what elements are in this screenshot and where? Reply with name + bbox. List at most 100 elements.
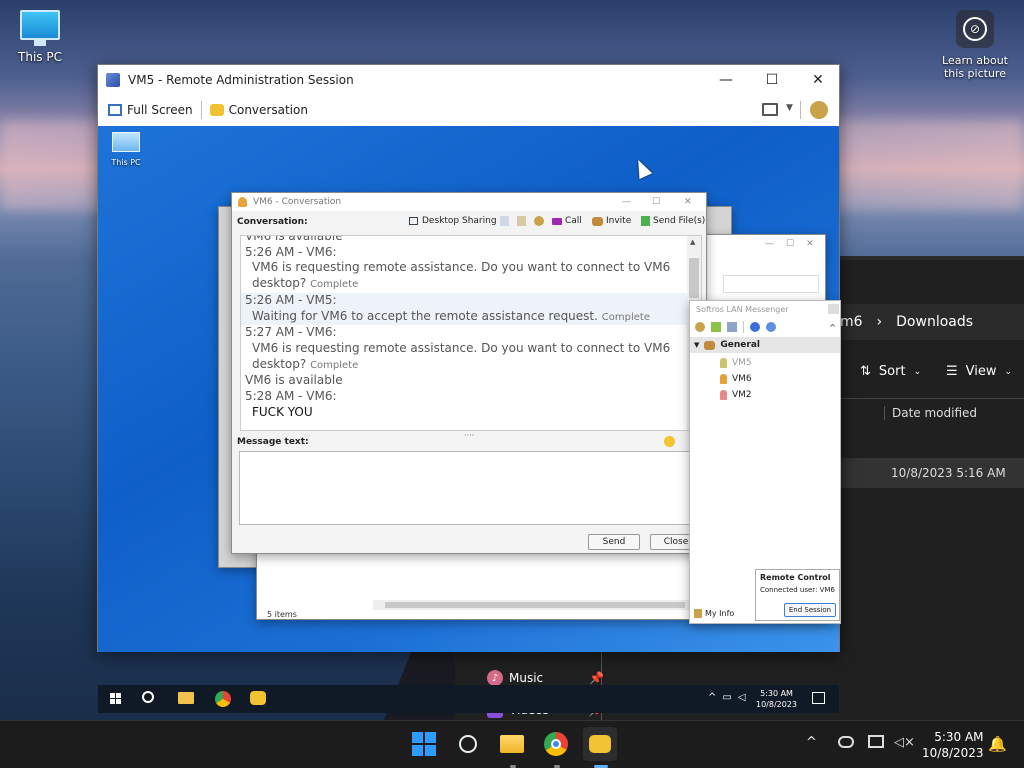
contact-label: VM5 [732, 358, 752, 368]
desktop-icon-this-pc[interactable]: This PC [14, 10, 66, 64]
search-icon [459, 735, 477, 753]
contact-label: VM2 [732, 390, 752, 400]
chat-history[interactable]: VM6 is available 5:26 AM - VM6: VM6 is re… [240, 235, 702, 431]
inner-clock[interactable]: 5:30 AM 10/8/2023 [756, 688, 797, 710]
chevron-up-icon: ^ [708, 692, 717, 703]
info-card-icon [694, 609, 702, 618]
file-explorer-icon[interactable] [178, 692, 194, 704]
volume-mute-icon[interactable]: ◁× [894, 735, 915, 750]
minimize-button[interactable]: — [622, 197, 631, 207]
group-general[interactable]: ▼ General [690, 337, 840, 353]
app-icon [106, 73, 120, 87]
taskbar: ^ ◁× 5:30 AM 10/8/2023 🔔 [0, 720, 1024, 768]
notification-bell-icon[interactable]: 🔔 [988, 735, 1007, 753]
messenger-icon[interactable] [250, 691, 266, 705]
file-explorer-button[interactable] [495, 727, 529, 761]
lan-title-bar[interactable]: Softros LAN Messenger [690, 301, 840, 317]
file-icon[interactable] [727, 322, 737, 332]
message-input[interactable] [239, 451, 695, 525]
sort-button[interactable]: ⇅ Sort ⌄ [860, 364, 921, 379]
breadcrumb-prev[interactable]: m6 [840, 314, 863, 330]
help-icon[interactable] [750, 322, 760, 332]
close-button[interactable]: ✕ [795, 65, 841, 95]
system-tray[interactable]: ^ ▭ ◁ [708, 692, 746, 703]
conversation-title-bar[interactable]: VM6 - Conversation — ☐ ✕ [232, 193, 706, 211]
contact-vm2[interactable]: VM2 [720, 387, 840, 403]
view-button[interactable]: ☰ View ⌄ [946, 364, 1012, 379]
start-button[interactable] [407, 727, 441, 761]
info-icon[interactable] [766, 322, 776, 332]
title-bar[interactable]: VM5 - Remote Administration Session — ☐ … [98, 65, 839, 95]
search-icon[interactable] [142, 691, 154, 703]
remote-control-title: Remote Control [760, 573, 831, 582]
inner-search-box[interactable] [723, 275, 819, 293]
file-row[interactable]: 10/8/2023 5:16 AM [840, 458, 1024, 488]
gear-icon[interactable] [695, 322, 705, 332]
remote-desktop-view[interactable]: This PC — ☐ ✕ 5 items VM6 - Conversation —… [98, 126, 841, 713]
chevron-up-icon[interactable]: ^ [829, 323, 836, 332]
video-icon [552, 217, 562, 225]
windows-logo-icon [412, 732, 436, 756]
onedrive-icon[interactable] [838, 736, 854, 748]
window-title: VM5 - Remote Administration Session [128, 73, 354, 87]
desktop-sharing-button[interactable]: Desktop Sharing▼ [409, 216, 506, 226]
emoji-icon[interactable] [664, 436, 675, 447]
learn-about-picture[interactable]: ⊘ Learn about this picture [938, 10, 1012, 80]
monitor-select-icon[interactable] [762, 103, 778, 116]
music-icon: ♪ [487, 670, 503, 686]
add-icon[interactable] [711, 322, 721, 332]
remote-taskbar: ^ ▭ ◁ 5:30 AM 10/8/2023 [98, 685, 839, 713]
notification-icon[interactable] [812, 692, 825, 704]
my-info-button[interactable]: My Info [694, 609, 734, 618]
maximize-button[interactable]: ☐ [749, 65, 795, 95]
chrome-button[interactable] [539, 727, 573, 761]
contact-vm5[interactable]: VM5 [720, 355, 840, 371]
search-button[interactable] [451, 727, 485, 761]
message-text-label: Message text: [237, 437, 309, 447]
fullscreen-button[interactable]: Full Screen [108, 103, 193, 117]
column-date-modified[interactable]: Date modified [884, 406, 977, 420]
conversation-button[interactable]: Conversation [209, 103, 308, 117]
breadcrumb-downloads[interactable]: Downloads [896, 314, 973, 330]
gear-icon[interactable] [534, 216, 544, 226]
date-label: 10/8/2023 [922, 746, 984, 760]
splitter-handle[interactable]: ···· [464, 431, 474, 440]
monitor-icon [112, 132, 140, 152]
inner-date: 10/8/2023 [756, 700, 798, 709]
address-bar[interactable]: m6 › Downloads [840, 304, 1024, 340]
contact-vm6[interactable]: VM6 [720, 371, 840, 387]
user-icon [720, 358, 727, 368]
network-icon[interactable] [868, 735, 884, 748]
invite-button[interactable]: Invite [592, 216, 631, 226]
chevron-up-icon[interactable]: ^ [806, 735, 817, 750]
chat-message: 5:26 AM - VM5: Waiting for VM6 to accept … [241, 292, 701, 326]
chrome-icon[interactable] [215, 691, 231, 707]
horizontal-scrollbar[interactable] [373, 600, 689, 610]
send-button[interactable]: Send [588, 534, 640, 550]
conversation-label: Conversation: [237, 217, 308, 227]
start-button[interactable] [110, 693, 121, 704]
lan-title: Softros LAN Messenger [696, 304, 789, 314]
history-icon[interactable] [500, 216, 509, 226]
close-button[interactable]: ✕ [684, 197, 692, 207]
end-session-button[interactable]: End Session [784, 603, 836, 617]
scroll-up-icon[interactable]: ▲ [690, 238, 695, 246]
chevron-down-icon[interactable]: ▼ [786, 103, 793, 113]
messenger-button[interactable] [583, 727, 617, 761]
nav-item-music[interactable]: ♪ Music 📌 [487, 670, 604, 686]
settings-gear-icon[interactable] [810, 101, 828, 119]
call-button[interactable]: Call [552, 216, 582, 226]
clock[interactable]: 5:30 AM 10/8/2023 [922, 729, 984, 761]
pin-icon[interactable]: 📌 [589, 671, 604, 685]
send-files-button[interactable]: Send File(s) [641, 216, 705, 226]
conversation-toolbar: Conversation: Desktop Sharing▼ Call Invi… [232, 211, 706, 233]
volume-icon: ◁ [737, 692, 746, 703]
close-button[interactable] [828, 304, 839, 314]
notes-icon[interactable] [517, 216, 526, 226]
maximize-button[interactable]: ☐ [652, 197, 660, 207]
minimize-button[interactable]: — [703, 65, 749, 95]
chat-message: VM6 is available [245, 235, 343, 243]
inner-window-controls[interactable]: — ☐ ✕ [765, 235, 827, 253]
inner-desktop-icon-this-pc[interactable]: This PC [106, 132, 146, 167]
view-icon: ☰ [946, 364, 958, 379]
